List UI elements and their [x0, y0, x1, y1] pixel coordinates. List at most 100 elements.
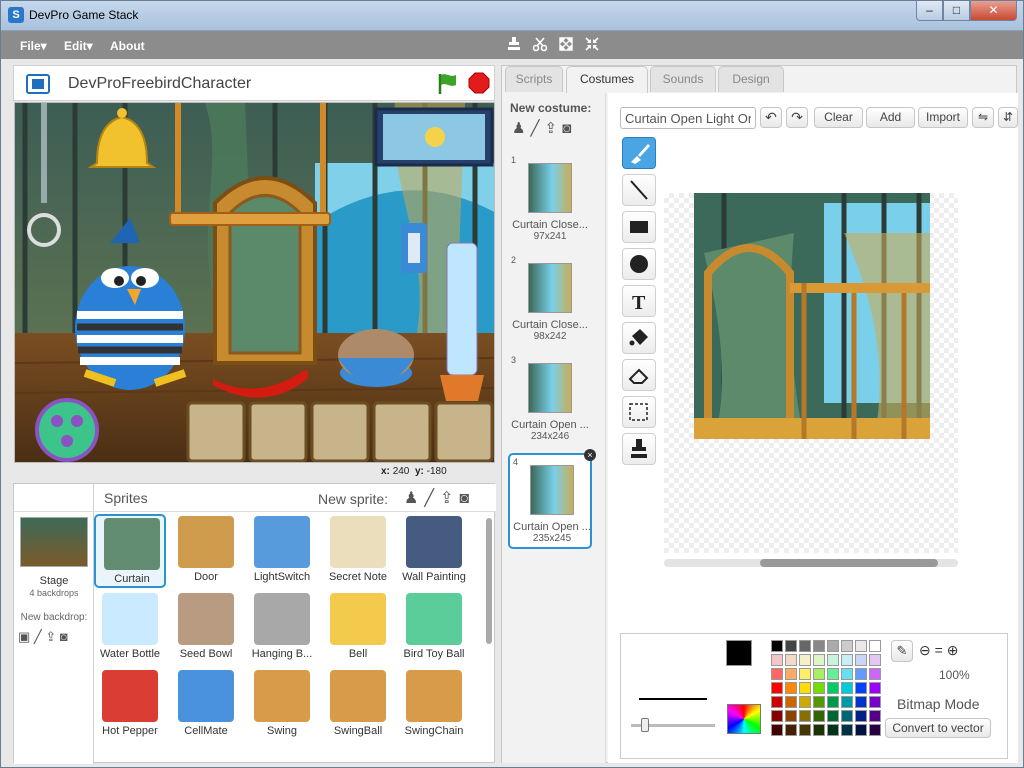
sprite-item[interactable]: Water Bottle	[94, 591, 166, 665]
camera-sprite-icon[interactable]: ◙	[459, 490, 475, 507]
palette-swatch[interactable]	[785, 668, 797, 680]
stamp-icon[interactable]	[505, 36, 523, 54]
palette-swatch[interactable]	[855, 654, 867, 666]
upload-sprite-icon[interactable]: ⇪	[440, 490, 459, 507]
sprite-item[interactable]: SwingChain	[398, 668, 470, 742]
menu-edit[interactable]: Edit▾	[64, 39, 93, 53]
palette-swatch[interactable]	[869, 710, 881, 722]
palette-swatch[interactable]	[771, 654, 783, 666]
green-flag-icon[interactable]	[436, 72, 458, 96]
palette-swatch[interactable]	[827, 668, 839, 680]
sprite-item[interactable]: Curtain	[94, 514, 166, 588]
camera-backdrop-icon[interactable]: ◙	[60, 629, 68, 644]
palette-swatch[interactable]	[827, 710, 839, 722]
palette-swatch[interactable]	[771, 710, 783, 722]
palette-swatch[interactable]	[841, 654, 853, 666]
palette-swatch[interactable]	[813, 640, 825, 652]
primary-color-swatch[interactable]	[726, 640, 752, 666]
stage-canvas[interactable]	[14, 102, 495, 463]
palette-swatch[interactable]	[813, 696, 825, 708]
palette-swatch[interactable]	[799, 724, 811, 736]
sprite-item[interactable]: Secret Note	[322, 514, 394, 588]
palette-swatch[interactable]	[869, 696, 881, 708]
text-tool-icon[interactable]: T	[622, 285, 656, 317]
project-name[interactable]: DevProFreebirdCharacter	[68, 75, 251, 93]
palette-swatch[interactable]	[869, 682, 881, 694]
sprite-item[interactable]: Wall Painting	[398, 514, 470, 588]
fill-tool-icon[interactable]	[622, 322, 656, 354]
minimize-button[interactable]: –	[916, 1, 943, 21]
palette-swatch[interactable]	[869, 724, 881, 736]
costume-item[interactable]: 2 Curtain Close... 98x242	[508, 253, 592, 349]
add-button[interactable]: Add	[866, 107, 915, 128]
palette-swatch[interactable]	[813, 668, 825, 680]
palette-swatch[interactable]	[813, 654, 825, 666]
tab-design[interactable]: Design	[718, 66, 784, 92]
costume-library-icon[interactable]: ♟	[512, 120, 530, 137]
costume-item[interactable]: 4 Curtain Open ... 235x245 ×	[508, 449, 596, 549]
tab-sounds[interactable]: Sounds	[650, 66, 716, 92]
undo-icon[interactable]: ↶	[760, 107, 782, 128]
costume-item[interactable]: 1 Curtain Close... 97x241	[508, 153, 592, 249]
palette-swatch[interactable]	[785, 696, 797, 708]
flip-horizontal-icon[interactable]: ⇋	[972, 107, 994, 128]
brush-size-handle[interactable]	[641, 718, 649, 732]
palette-swatch[interactable]	[813, 710, 825, 722]
palette-swatch[interactable]	[785, 654, 797, 666]
line-tool-icon[interactable]	[622, 174, 656, 206]
sprite-item[interactable]: Door	[170, 514, 242, 588]
palette-swatch[interactable]	[785, 640, 797, 652]
palette-swatch[interactable]	[785, 724, 797, 736]
costume-name-input[interactable]	[620, 107, 756, 129]
flip-vertical-icon[interactable]: ⇵	[998, 107, 1018, 128]
camera-costume-icon[interactable]: ◙	[562, 120, 576, 137]
palette-swatch[interactable]	[785, 682, 797, 694]
eyedropper-icon[interactable]: ✎	[891, 640, 913, 662]
sprite-item[interactable]: Bell	[322, 591, 394, 665]
upload-backdrop-icon[interactable]: ⇪	[45, 629, 56, 644]
palette-swatch[interactable]	[813, 724, 825, 736]
palette-swatch[interactable]	[841, 682, 853, 694]
zoom-in-icon[interactable]: ⊕	[947, 642, 959, 658]
clear-button[interactable]: Clear	[814, 107, 863, 128]
palette-swatch[interactable]	[827, 724, 839, 736]
paint-costume-icon[interactable]: ╱	[530, 120, 544, 137]
costume-item[interactable]: 3 Curtain Open ... 234x246	[508, 353, 592, 449]
sprite-item[interactable]: Bird Toy Ball	[398, 591, 470, 665]
palette-swatch[interactable]	[799, 710, 811, 722]
palette-swatch[interactable]	[855, 696, 867, 708]
menu-file[interactable]: File▾	[20, 39, 47, 53]
paint-sprite-icon[interactable]: ╱	[424, 490, 440, 507]
select-tool-icon[interactable]	[622, 396, 656, 428]
palette-swatch[interactable]	[841, 668, 853, 680]
redo-icon[interactable]: ↷	[786, 107, 808, 128]
palette-swatch[interactable]	[869, 654, 881, 666]
palette-swatch[interactable]	[771, 696, 783, 708]
palette-swatch[interactable]	[841, 724, 853, 736]
palette-swatch[interactable]	[855, 668, 867, 680]
palette-swatch[interactable]	[785, 710, 797, 722]
palette-swatch[interactable]	[799, 668, 811, 680]
stop-icon[interactable]	[468, 72, 490, 94]
palette-swatch[interactable]	[771, 668, 783, 680]
close-button[interactable]: ✕	[970, 1, 1017, 21]
sprite-library-icon[interactable]: ♟	[404, 490, 424, 507]
palette-swatch[interactable]	[799, 640, 811, 652]
palette-swatch[interactable]	[841, 640, 853, 652]
sprite-item[interactable]: LightSwitch	[246, 514, 318, 588]
shrink-icon[interactable]	[583, 36, 601, 54]
palette-swatch[interactable]	[799, 696, 811, 708]
upload-costume-icon[interactable]: ⇪	[544, 120, 562, 137]
stage-thumbnail[interactable]	[20, 517, 88, 567]
palette-swatch[interactable]	[771, 682, 783, 694]
sprite-item[interactable]: CellMate	[170, 668, 242, 742]
palette-swatch[interactable]	[799, 682, 811, 694]
sprite-item[interactable]: SwingBall	[322, 668, 394, 742]
paint-canvas[interactable]	[664, 193, 958, 553]
library-backdrop-icon[interactable]: ╱	[34, 629, 42, 644]
convert-to-vector-button[interactable]: Convert to vector	[885, 718, 991, 738]
palette-swatch[interactable]	[771, 724, 783, 736]
palette-swatch[interactable]	[869, 668, 881, 680]
palette-swatch[interactable]	[855, 682, 867, 694]
palette-swatch[interactable]	[841, 696, 853, 708]
